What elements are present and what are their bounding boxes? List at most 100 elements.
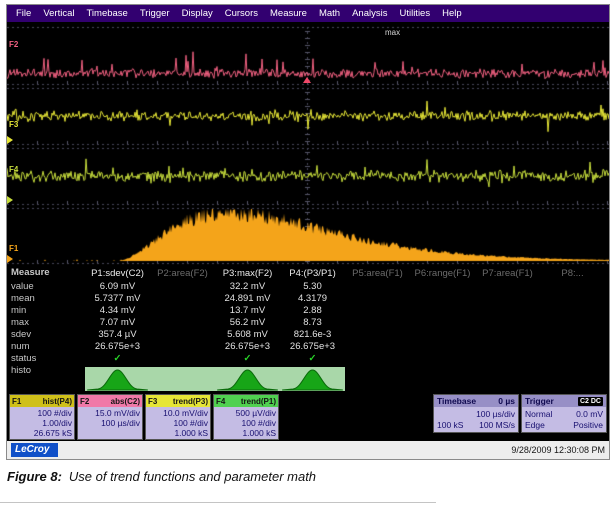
measure-cell-num-p8 [540, 341, 605, 353]
trace-descriptor-f4[interactable]: F4 trend(P1) 500 µV/div 100 #/div 1.000 … [213, 394, 279, 440]
menu-item-utilities[interactable]: Utilities [393, 8, 436, 19]
measure-histicon-p2 [150, 367, 215, 391]
trace-descriptor-f1[interactable]: F1 hist(P4) 100 #/div 1.00/div 26.675 kS [9, 394, 75, 440]
scale-line: 100 #/div [12, 408, 72, 418]
trigger-slope: Positive [573, 420, 603, 431]
waveform-canvas[interactable] [7, 22, 609, 265]
measure-column-header-p4[interactable]: P4:(P3/P1) [280, 267, 345, 281]
menu-item-display[interactable]: Display [176, 8, 219, 19]
trace-label-f3[interactable]: F3 [9, 120, 18, 129]
measure-title: Measure [11, 267, 85, 279]
measure-cell-mean-p6 [410, 293, 475, 305]
menu-item-trigger[interactable]: Trigger [134, 8, 176, 19]
figure-caption-text: Use of trend functions and parameter mat… [69, 469, 316, 484]
scale-line [80, 428, 140, 438]
measure-cell-value-p8 [540, 281, 605, 293]
scale-line: 26.675 kS [12, 428, 72, 438]
trace-label-f4[interactable]: F4 [9, 165, 18, 174]
trace-label-f1[interactable]: F1 [9, 244, 18, 253]
measure-cell-num-p6 [410, 341, 475, 353]
trigger-descriptor[interactable]: Trigger C2 DC Normal 0.0 mV Edge Positiv… [521, 394, 607, 433]
trace-function: abs(C2) [111, 397, 140, 406]
measure-cell-status-p1: ✓ [85, 353, 150, 365]
measure-cell-value-p7 [475, 281, 540, 293]
measure-cell-status-p5 [345, 353, 410, 365]
trigger-time-marker-icon[interactable] [303, 77, 311, 83]
timebase-samples: 100 kS [437, 420, 463, 431]
menu-item-math[interactable]: Math [313, 8, 346, 19]
measure-cell-status-p7 [475, 353, 540, 365]
descriptor-row: F1 hist(P4) 100 #/div 1.00/div 26.675 kS… [7, 393, 609, 441]
measure-cell-status-p4: ✓ [280, 353, 345, 365]
measure-cell-max-p7 [475, 317, 540, 329]
measure-cell-min-p5 [345, 305, 410, 317]
measure-column-header-p1[interactable]: P1:sdev(C2) [85, 267, 150, 281]
trace-label-f2[interactable]: F2 [9, 40, 18, 49]
measure-cell-num-p4: 26.675e+3 [280, 341, 345, 353]
measure-cell-value-p1: 6.09 mV [85, 281, 150, 293]
trace-level-marker-f3-icon[interactable] [7, 136, 13, 144]
trace-descriptor-f2[interactable]: F2 abs(C2) 15.0 mV/div 100 µs/div [77, 394, 143, 440]
menu-item-file[interactable]: File [10, 8, 37, 19]
timebase-offset: 0 µs [498, 396, 515, 406]
measure-column-header-p2[interactable]: P2:area(F2) [150, 267, 215, 281]
measure-row-label-mean: mean [11, 293, 85, 305]
measure-column-header-p3[interactable]: P3:max(F2) [215, 267, 280, 281]
measure-cell-value-p5 [345, 281, 410, 293]
menu-item-help[interactable]: Help [436, 8, 468, 19]
trace-descriptor-f3-header: F3 trend(P3) [146, 395, 210, 407]
scale-line: 1.000 kS [216, 428, 276, 438]
measure-cell-value-p4: 5.30 [280, 281, 345, 293]
measure-cell-sdev-p8 [540, 329, 605, 341]
measure-column-header-p8[interactable]: P8:... [540, 267, 605, 281]
measure-cell-max-p4: 8.73 [280, 317, 345, 329]
lecroy-logo: LeCroy [11, 443, 58, 457]
timebase-descriptor[interactable]: Timebase 0 µs 100 µs/div 100 kS 100 MS/s [433, 394, 519, 433]
measure-column-header-p7[interactable]: P7:area(F1) [475, 267, 540, 281]
trace-function: trend(P3) [173, 397, 208, 406]
measure-histicon-p1 [85, 367, 150, 391]
measure-cell-num-p2 [150, 341, 215, 353]
measure-histicon-p8 [540, 367, 605, 391]
measure-row-label-value: value [11, 281, 85, 293]
timestamp: 9/28/2009 12:30:08 PM [511, 445, 605, 455]
measure-cell-min-p7 [475, 305, 540, 317]
scale-line: 100 µs/div [80, 418, 140, 428]
measure-cell-value-p6 [410, 281, 475, 293]
measure-row-label-status: status [11, 353, 85, 365]
measure-cell-min-p4: 2.88 [280, 305, 345, 317]
measure-cell-num-p7 [475, 341, 540, 353]
timebase-scale: 100 µs/div [437, 409, 515, 420]
trace-level-marker-f1-icon[interactable] [7, 255, 13, 263]
trace-id: F2 [80, 397, 89, 406]
measure-row-label-sdev: sdev [11, 329, 85, 341]
menu-item-timebase[interactable]: Timebase [80, 8, 133, 19]
menu-item-cursors[interactable]: Cursors [219, 8, 264, 19]
menu-item-measure[interactable]: Measure [264, 8, 313, 19]
measure-column-header-p5[interactable]: P5:area(F1) [345, 267, 410, 281]
measure-cell-status-p2 [150, 353, 215, 365]
trace-descriptor-f1-body: 100 #/div 1.00/div 26.675 kS [10, 407, 74, 439]
measure-cell-max-p1: 7.07 mV [85, 317, 150, 329]
trace-descriptor-f3[interactable]: F3 trend(P3) 10.0 mV/div 100 #/div 1.000… [145, 394, 211, 440]
menu-item-vertical[interactable]: Vertical [37, 8, 80, 19]
trace-level-marker-f4-icon[interactable] [7, 196, 13, 204]
measure-row-label-num: num [11, 341, 85, 353]
scale-line: 100 #/div [216, 418, 276, 428]
scale-line: 100 #/div [148, 418, 208, 428]
trace-descriptor-f2-header: F2 abs(C2) [78, 395, 142, 407]
measure-cell-max-p5 [345, 317, 410, 329]
measure-cell-num-p3: 26.675e+3 [215, 341, 280, 353]
measure-row-label-histo: histo [11, 365, 85, 377]
divider [0, 502, 436, 503]
timebase-rate: 100 MS/s [479, 420, 515, 431]
trigger-type: Edge [525, 420, 545, 431]
menu-item-analysis[interactable]: Analysis [346, 8, 393, 19]
measure-table: MeasureP1:sdev(C2)P2:area(F2)P3:max(F2)P… [7, 265, 609, 393]
measure-cell-num-p5 [345, 341, 410, 353]
measure-cell-mean-p1: 5.7377 mV [85, 293, 150, 305]
trigger-header: Trigger C2 DC [522, 395, 606, 407]
measure-column-header-p6[interactable]: P6:range(F1) [410, 267, 475, 281]
measure-cell-max-p3: 56.2 mV [215, 317, 280, 329]
figure-caption: Figure 8:Use of trend functions and para… [7, 469, 316, 484]
